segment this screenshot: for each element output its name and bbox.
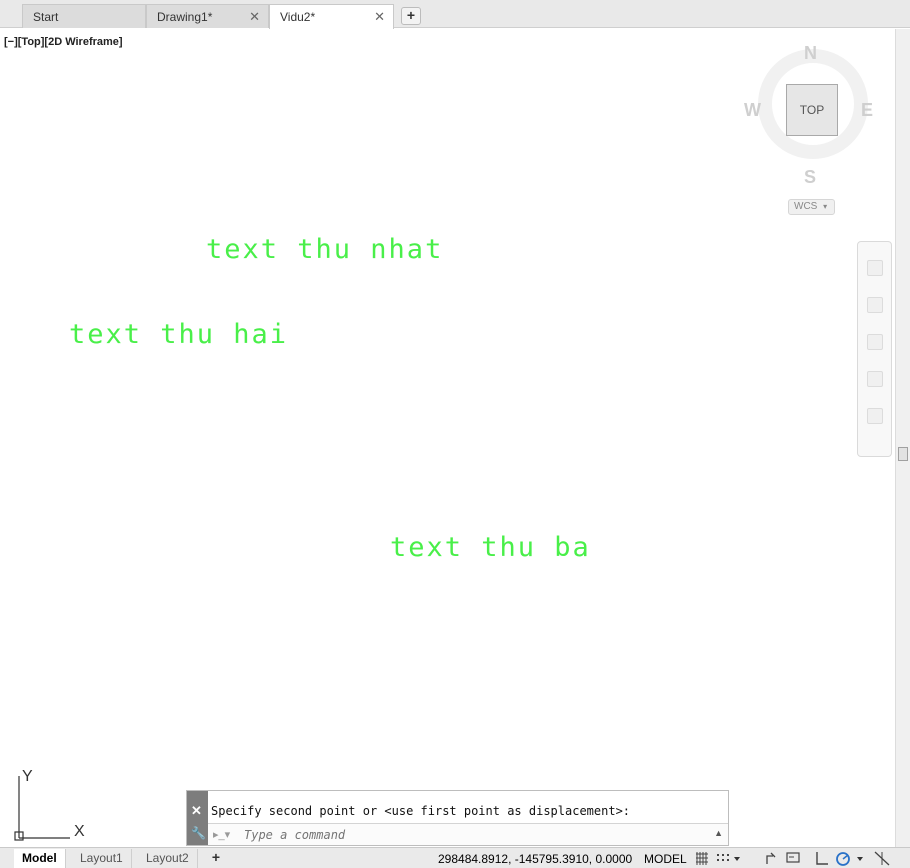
dynamic-input-icon[interactable] bbox=[786, 851, 800, 866]
chevron-up-icon[interactable]: ▲ bbox=[714, 828, 723, 838]
viewcube[interactable]: N S W E TOP WCS ▾ bbox=[738, 39, 886, 215]
command-line: ▸_▾ ▲ bbox=[208, 823, 728, 845]
autocad-window: Start Drawing1* ✕ Vidu2* ✕ + [−][Top][2D… bbox=[0, 0, 910, 868]
snap-icon[interactable] bbox=[715, 851, 741, 866]
tab-start[interactable]: Start bbox=[22, 4, 146, 28]
navigation-bar bbox=[857, 241, 892, 457]
compass-south[interactable]: S bbox=[804, 167, 816, 188]
vertical-scrollbar[interactable] bbox=[895, 29, 910, 847]
add-layout-button[interactable]: + bbox=[207, 850, 225, 867]
tab-drawing1-label: Drawing1* bbox=[157, 10, 213, 24]
tab-vidu2-label: Vidu2* bbox=[280, 10, 316, 24]
tab-layout2[interactable]: Layout2 bbox=[138, 849, 198, 868]
zoom-extents-icon[interactable] bbox=[867, 334, 883, 350]
command-input[interactable] bbox=[244, 827, 684, 843]
tab-vidu2-close-icon[interactable]: ✕ bbox=[374, 9, 385, 25]
orbit-icon[interactable] bbox=[867, 371, 883, 387]
showmotion-icon[interactable] bbox=[867, 408, 883, 424]
tab-layout1[interactable]: Layout1 bbox=[72, 849, 132, 868]
steering-wheel-icon[interactable] bbox=[867, 260, 883, 276]
infer-constraints-icon[interactable] bbox=[764, 851, 778, 866]
compass-east[interactable]: E bbox=[861, 100, 873, 121]
grid-icon[interactable] bbox=[695, 851, 709, 866]
tab-drawing1-close-icon[interactable]: ✕ bbox=[249, 9, 260, 25]
ucs-x-label: X bbox=[74, 823, 85, 840]
compass-north[interactable]: N bbox=[804, 43, 817, 64]
wcs-label: WCS bbox=[794, 201, 818, 212]
tab-vidu2[interactable]: Vidu2* ✕ bbox=[269, 4, 394, 29]
drawing-viewport[interactable]: [−][Top][2D Wireframe] text thu nhat tex… bbox=[0, 29, 895, 847]
scrollbar-thumb[interactable] bbox=[898, 447, 908, 461]
command-history: Specify second point or <use first point… bbox=[211, 804, 631, 818]
wrench-icon[interactable]: 🔧 bbox=[191, 826, 206, 840]
tab-model[interactable]: Model bbox=[14, 849, 66, 868]
status-bar: Model Layout1 Layout2 + 298484.8912, -14… bbox=[0, 847, 910, 868]
ucs-icon: Y X bbox=[14, 768, 85, 841]
polar-icon[interactable] bbox=[835, 851, 865, 866]
file-tab-bar: Start Drawing1* ✕ Vidu2* ✕ + bbox=[0, 0, 910, 29]
isodraft-icon[interactable] bbox=[873, 851, 891, 866]
pan-icon[interactable] bbox=[867, 297, 883, 313]
tab-start-label: Start bbox=[33, 10, 59, 24]
viewport-controls[interactable]: [−][Top][2D Wireframe] bbox=[4, 36, 123, 48]
drawing-text-2[interactable]: text thu hai bbox=[69, 319, 288, 350]
drawing-text-1[interactable]: text thu nhat bbox=[206, 234, 443, 265]
compass-west[interactable]: W bbox=[744, 100, 761, 121]
close-icon[interactable]: ✕ bbox=[191, 803, 202, 819]
command-window-handle[interactable]: ✕ 🔧 bbox=[187, 791, 208, 845]
coordinates-readout[interactable]: 298484.8912, -145795.3910, 0.0000 bbox=[438, 852, 632, 866]
ucs-y-label: Y bbox=[22, 768, 33, 785]
viewcube-top-face[interactable]: TOP bbox=[786, 84, 838, 136]
wcs-menu[interactable]: WCS ▾ bbox=[788, 199, 835, 215]
command-prompt-icon[interactable]: ▸_▾ bbox=[213, 828, 230, 841]
drawing-text-3[interactable]: text thu ba bbox=[390, 532, 591, 563]
ortho-icon[interactable] bbox=[815, 851, 829, 866]
new-tab-button[interactable]: + bbox=[401, 7, 421, 25]
command-window: ✕ 🔧 Specify second point or <use first p… bbox=[186, 790, 729, 846]
chevron-down-icon: ▾ bbox=[823, 202, 828, 211]
model-space-button[interactable]: MODEL bbox=[644, 852, 687, 866]
tab-drawing1[interactable]: Drawing1* ✕ bbox=[146, 4, 269, 28]
